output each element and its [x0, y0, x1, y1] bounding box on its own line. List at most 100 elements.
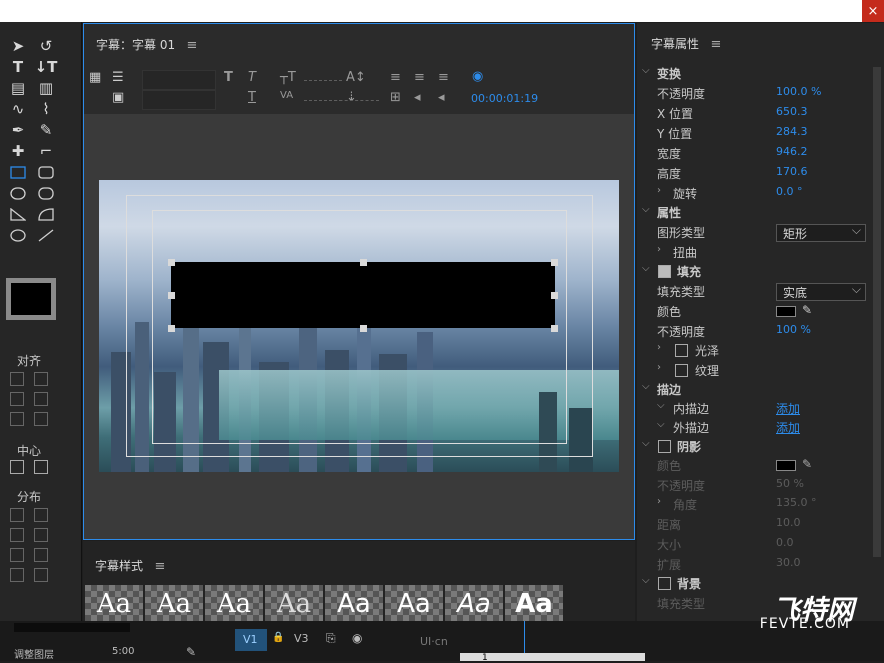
distribute-7-icon[interactable]	[10, 568, 24, 582]
align-center-text-icon[interactable]: ≡	[414, 70, 425, 85]
shadow-size-value[interactable]: 0.0	[776, 536, 794, 549]
resize-handle[interactable]	[168, 259, 175, 266]
pen-icon[interactable]: ✎	[186, 645, 196, 659]
background-checkbox[interactable]	[658, 577, 671, 590]
style-swatch[interactable]: Aa	[445, 585, 503, 623]
black-rectangle-shape[interactable]	[171, 262, 555, 328]
resize-handle[interactable]	[360, 259, 367, 266]
style-swatch[interactable]: Aa	[505, 585, 563, 623]
sync-icon[interactable]: ⎘	[326, 631, 336, 646]
sheen-checkbox[interactable]	[675, 344, 688, 357]
adjustment-layer-label[interactable]: 调整图层	[14, 646, 54, 661]
opacity-value[interactable]: 100.0 %	[776, 85, 821, 98]
vertical-type-tool-icon[interactable]: ↓T	[34, 57, 58, 77]
selection-tool-icon[interactable]: ➤	[6, 36, 30, 56]
show-background-video-icon[interactable]: ◉	[472, 69, 483, 84]
distribute-6-icon[interactable]	[34, 548, 48, 562]
wedge-tool-icon[interactable]	[6, 204, 30, 224]
shadow-distance-value[interactable]: 10.0	[776, 516, 801, 529]
roll-crawl-icon[interactable]: ☰	[112, 70, 124, 85]
panel-menu-icon[interactable]: ≡	[187, 38, 198, 53]
shadow-eyedropper-icon[interactable]: ✎	[802, 457, 812, 471]
distribute-8-icon[interactable]	[34, 568, 48, 582]
resize-handle[interactable]	[168, 325, 175, 332]
shadow-opacity-value[interactable]: 50 %	[776, 477, 804, 490]
timecode[interactable]: 00:00:01:19	[471, 92, 538, 105]
stroke-section[interactable]: ⌵ 描边	[637, 381, 884, 400]
style-swatch[interactable]: Aa	[265, 585, 323, 623]
style-swatch[interactable]: Aa	[325, 585, 383, 623]
delete-anchor-tool-icon[interactable]: ✎	[34, 120, 58, 140]
vertical-area-type-tool-icon[interactable]: ▥	[34, 78, 58, 98]
properties-section[interactable]: ⌵ 属性	[637, 204, 884, 223]
next-icon[interactable]: ◂	[438, 90, 445, 105]
shadow-angle-value[interactable]: 135.0 °	[776, 496, 817, 509]
timeline-clip[interactable]: 1	[460, 653, 645, 663]
align-left-text-icon[interactable]: ≡	[390, 70, 401, 85]
resize-handle[interactable]	[551, 259, 558, 266]
x-position-value[interactable]: 650.3	[776, 105, 808, 118]
close-button[interactable]: ×	[862, 0, 884, 22]
style-swatch[interactable]: Aa	[385, 585, 443, 623]
line-tool-icon[interactable]	[34, 225, 58, 245]
rotation-label[interactable]: 旋转	[673, 185, 697, 202]
style-swatch[interactable]: Aa	[145, 585, 203, 623]
add-outer-stroke-link[interactable]: 添加	[776, 419, 800, 436]
eyedropper-icon[interactable]: ✎	[802, 303, 812, 317]
height-value[interactable]: 170.6	[776, 165, 808, 178]
properties-menu-icon[interactable]: ≡	[710, 37, 721, 52]
fill-color-swatch[interactable]	[776, 306, 796, 317]
rotation-value[interactable]: 0.0 °	[776, 185, 803, 198]
background-video-icon[interactable]: ▦	[89, 70, 101, 85]
shadow-checkbox[interactable]	[658, 440, 671, 453]
style-swatch[interactable]: Aa	[205, 585, 263, 623]
center-horizontal-icon[interactable]	[10, 460, 24, 474]
path-type-tool-icon[interactable]: ∿	[6, 99, 30, 119]
resize-handle[interactable]	[551, 292, 558, 299]
align-top-icon[interactable]	[34, 372, 48, 386]
arc-tool-icon[interactable]	[34, 204, 58, 224]
rotation-tool-icon[interactable]: ↺	[34, 36, 58, 56]
templates-icon[interactable]: ▣	[112, 90, 124, 105]
eye-icon[interactable]: ◉	[352, 631, 362, 645]
rounded-rect-tool-icon[interactable]	[34, 162, 58, 182]
kerning-icon[interactable]: VA	[280, 90, 293, 101]
fill-type-select[interactable]: 实底	[776, 282, 866, 301]
align-bottom-icon[interactable]	[34, 412, 48, 426]
v3-track-label[interactable]: V3	[294, 632, 309, 645]
prev-icon[interactable]: ◂	[414, 90, 421, 105]
bold-icon[interactable]: T	[224, 70, 233, 85]
fill-checkbox[interactable]	[658, 265, 671, 278]
font-style-dropdown[interactable]	[142, 90, 216, 110]
styles-menu-icon[interactable]: ≡	[154, 559, 165, 574]
distribute-4-icon[interactable]	[34, 528, 48, 542]
baseline-icon[interactable]: ⇣	[346, 90, 357, 105]
fill-section[interactable]: ⌵ 填充	[637, 263, 884, 282]
add-anchor-tool-icon[interactable]: ✚	[6, 141, 30, 161]
align-vcenter-icon[interactable]	[34, 392, 48, 406]
font-family-dropdown[interactable]	[142, 70, 216, 90]
resize-handle[interactable]	[360, 325, 367, 332]
area-type-tool-icon[interactable]: ▤	[6, 78, 30, 98]
distribute-2-icon[interactable]	[34, 508, 48, 522]
texture-checkbox[interactable]	[675, 364, 688, 377]
lock-icon[interactable]: 🔒	[272, 632, 284, 643]
graphic-type-select[interactable]: 矩形	[776, 223, 866, 242]
center-vertical-icon[interactable]	[34, 460, 48, 474]
distribute-1-icon[interactable]	[10, 508, 24, 522]
clipped-rect-tool-icon[interactable]	[6, 183, 30, 203]
v1-track-button[interactable]: V1	[235, 629, 267, 651]
align-left-icon[interactable]	[10, 372, 24, 386]
underline-icon[interactable]: T	[248, 90, 256, 105]
align-right-icon[interactable]	[10, 412, 24, 426]
resize-handle[interactable]	[168, 292, 175, 299]
fill-opacity-value[interactable]: 100 %	[776, 323, 811, 336]
tab-stops-icon[interactable]: ⊞	[390, 90, 401, 105]
style-swatch[interactable]: Aa	[85, 585, 143, 623]
align-right-text-icon[interactable]: ≡	[438, 70, 449, 85]
ellipse-tool-icon[interactable]	[6, 225, 30, 245]
shadow-section[interactable]: ⌵ 阴影	[637, 438, 884, 457]
rectangle-tool-icon[interactable]	[6, 162, 30, 182]
leading-icon[interactable]: A↕	[346, 70, 366, 85]
italic-icon[interactable]: T	[248, 70, 256, 85]
